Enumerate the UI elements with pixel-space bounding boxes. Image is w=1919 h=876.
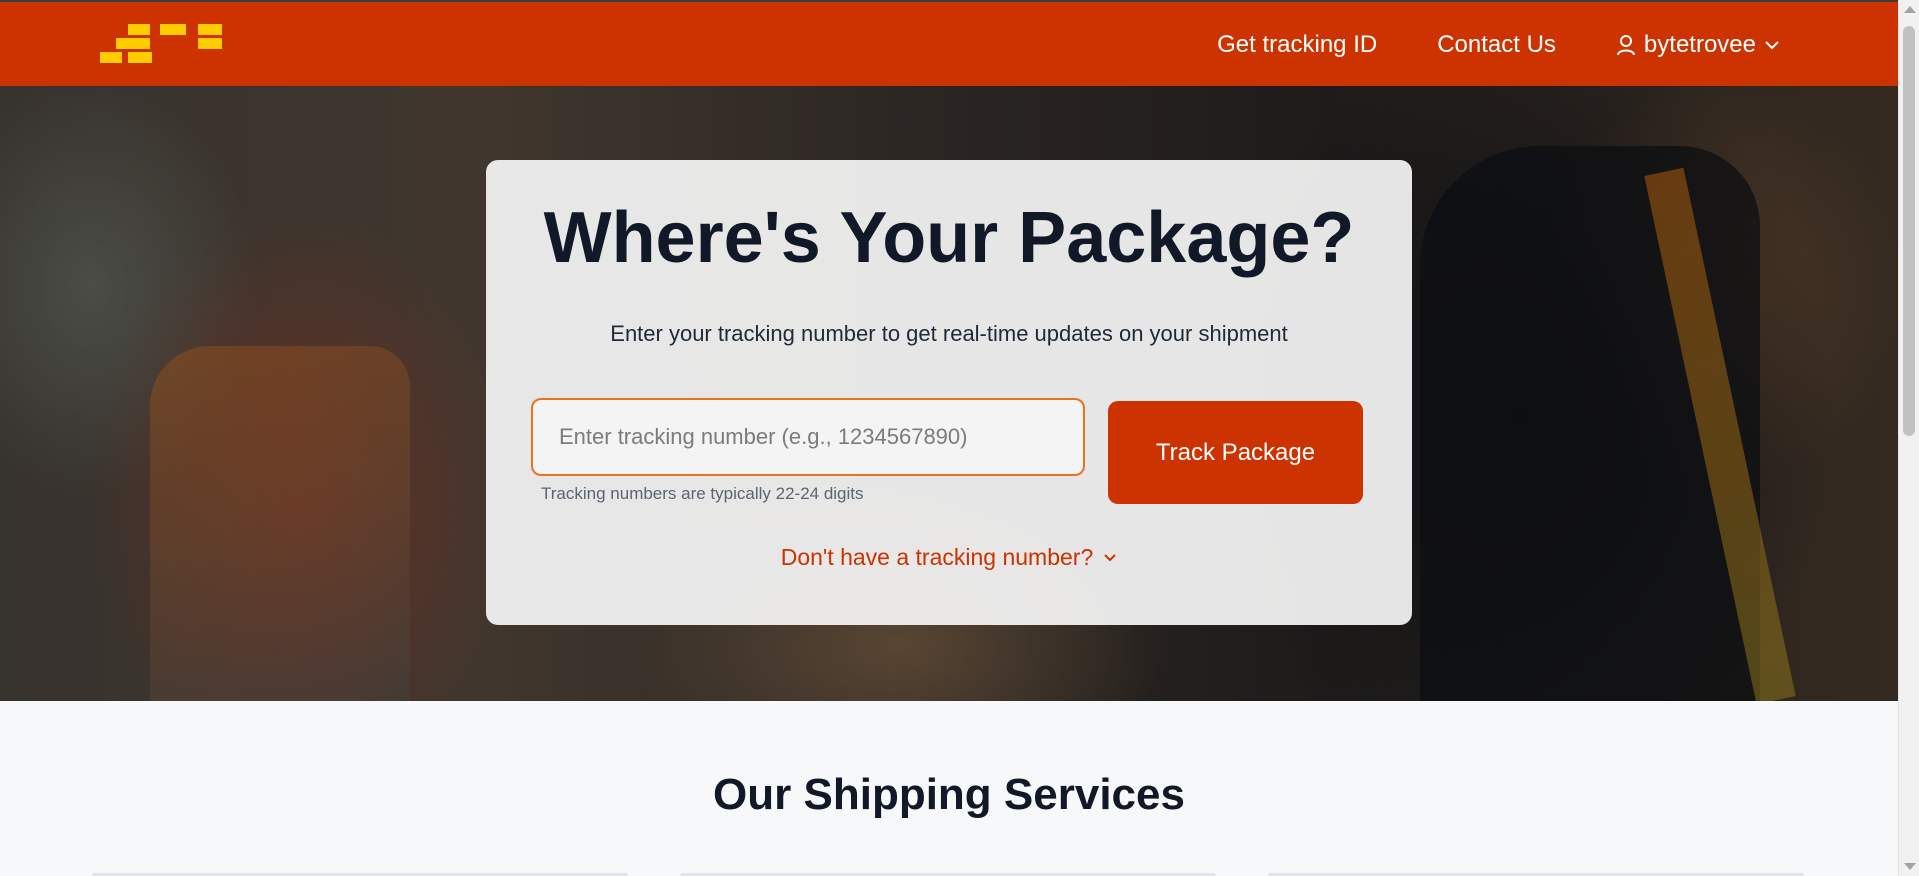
no-tracking-number-toggle[interactable]: Don't have a tracking number?	[486, 544, 1412, 571]
chevron-down-icon	[1104, 554, 1116, 562]
chevron-down-icon	[1765, 41, 1779, 50]
tracking-hint: Tracking numbers are typically 22-24 dig…	[541, 484, 864, 503]
nav-contact-us[interactable]: Contact Us	[1437, 31, 1556, 59]
user-icon	[1616, 35, 1635, 56]
scroll-down-arrow-icon[interactable]	[1904, 863, 1916, 870]
page-subtitle: Enter your tracking number to get real-t…	[610, 321, 1288, 346]
main-nav: Get tracking ID Contact Us bytetrovee	[1217, 2, 1780, 88]
scrollbar-thumb[interactable]	[1903, 26, 1915, 436]
nav-get-tracking-id-label: Get tracking ID	[1217, 31, 1378, 58]
page-title: Where's Your Package?	[543, 198, 1355, 278]
tracking-number-input[interactable]	[531, 398, 1085, 476]
services-title: Our Shipping Services	[713, 770, 1185, 819]
brand-logo[interactable]	[100, 20, 224, 70]
page-scrollbar[interactable]	[1898, 0, 1919, 876]
nav-contact-us-label: Contact Us	[1437, 31, 1556, 58]
page: Get tracking ID Contact Us bytetrovee Wh…	[0, 0, 1919, 876]
scroll-up-arrow-icon[interactable]	[1904, 6, 1916, 13]
user-menu[interactable]: bytetrovee	[1616, 31, 1780, 59]
nav-get-tracking-id[interactable]: Get tracking ID	[1217, 31, 1377, 59]
tracking-card: Where's Your Package? Enter your trackin…	[486, 160, 1412, 625]
username-label: bytetrovee	[1643, 31, 1756, 58]
no-tracking-number-label: Don't have a tracking number?	[780, 544, 1094, 570]
site-header: Get tracking ID Contact Us bytetrovee	[0, 0, 1898, 86]
track-package-button[interactable]: Track Package	[1108, 401, 1363, 504]
